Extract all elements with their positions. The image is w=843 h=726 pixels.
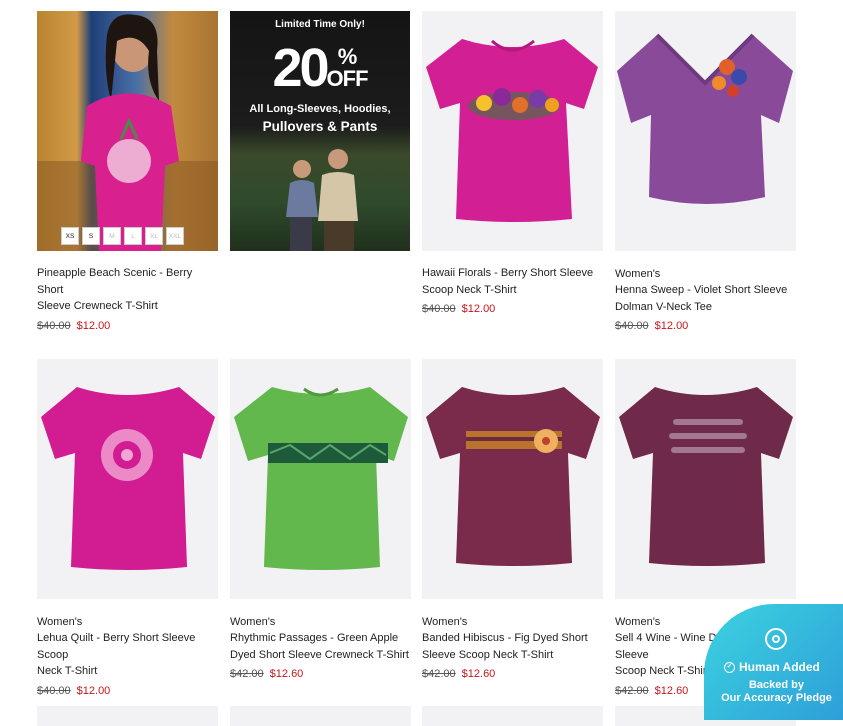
promo-banner[interactable]: Limited Time Only! 20% OFF All Long-Sleev… [230, 11, 410, 251]
product-title[interactable]: Lehua Quilt - Berry Short Sleeve Scoop Ne… [37, 630, 218, 680]
original-price: $42.00 [615, 684, 649, 697]
size-option[interactable]: M [103, 227, 121, 245]
size-option[interactable]: L [124, 227, 142, 245]
product-title[interactable]: Henna Sweep - Violet Short Sleeve Dolman … [615, 282, 796, 315]
price: $40.00 $12.00 [615, 318, 796, 334]
product-category: Women's [37, 616, 83, 628]
product-image[interactable] [615, 11, 796, 251]
sale-price: $12.00 [76, 319, 111, 332]
sale-price: $12.60 [269, 668, 304, 680]
product-image[interactable] [37, 359, 218, 599]
product-category: Women's [422, 616, 468, 628]
product-category: Women's [615, 268, 661, 280]
price: $40.00 $12.00 [422, 301, 603, 317]
original-price: $40.00 [422, 303, 456, 315]
price: $40.00 $12.00 [37, 683, 218, 699]
badge-logo-icon [765, 628, 787, 650]
product-title[interactable]: Pineapple Beach Scenic - Berry Short Slee… [37, 265, 218, 315]
product-card[interactable]: Women's Banded Hibiscus - Fig Dyed Short… [422, 359, 603, 682]
sale-price: $12.00 [461, 303, 496, 315]
product-card[interactable]: Women's Lehua Quilt - Berry Short Sleeve… [37, 359, 218, 699]
sale-price: $12.00 [654, 320, 689, 332]
product-card[interactable]: Women's Henna Sweep - Violet Short Sleev… [615, 11, 796, 334]
original-price: $40.00 [37, 319, 71, 332]
price: $42.00 $12.60 [230, 666, 411, 682]
product-image[interactable] [422, 359, 603, 599]
size-selector: XS S M L XL XXL [61, 227, 184, 245]
product-card[interactable]: XS S M L XL XXL Pineapple Beach Scenic -… [37, 11, 218, 334]
original-price: $42.00 [422, 668, 456, 680]
size-option[interactable]: XS [61, 227, 79, 245]
product-image[interactable] [422, 11, 603, 251]
size-option[interactable]: XXL [166, 227, 184, 245]
product-image[interactable] [230, 359, 411, 599]
size-option[interactable]: XL [145, 227, 163, 245]
product-image[interactable] [422, 706, 603, 726]
badge-heading: ✓ Human Added [724, 660, 820, 674]
product-image[interactable] [230, 706, 411, 726]
size-option[interactable]: S [82, 227, 100, 245]
product-card[interactable]: Hawaii Florals - Berry Short Sleeve Scoop… [422, 11, 603, 317]
promo-photo [286, 149, 358, 251]
product-image[interactable] [37, 706, 218, 726]
sale-price: $12.00 [76, 684, 111, 697]
product-image[interactable]: XS S M L XL XXL [37, 11, 218, 251]
product-title[interactable]: Rhythmic Passages - Green Apple Dyed Shor… [230, 630, 411, 663]
price: $40.00 $12.00 [37, 318, 218, 334]
product-image[interactable] [615, 359, 796, 599]
original-price: $42.00 [230, 668, 264, 680]
product-card[interactable]: Women's Rhythmic Passages - Green Apple D… [230, 359, 411, 682]
sale-price: $12.60 [461, 668, 496, 680]
original-price: $40.00 [37, 684, 71, 697]
sale-price: $12.60 [654, 684, 689, 697]
product-title[interactable]: Banded Hibiscus - Fig Dyed Short Sleeve S… [422, 630, 603, 663]
product-category: Women's [230, 616, 276, 628]
original-price: $40.00 [615, 320, 649, 332]
check-icon: ✓ [724, 661, 735, 673]
badge-text: Backed by Our Accuracy Pledge [721, 679, 832, 704]
product-title[interactable]: Hawaii Florals - Berry Short Sleeve Scoop… [422, 265, 603, 298]
price: $42.00 $12.60 [422, 666, 603, 682]
